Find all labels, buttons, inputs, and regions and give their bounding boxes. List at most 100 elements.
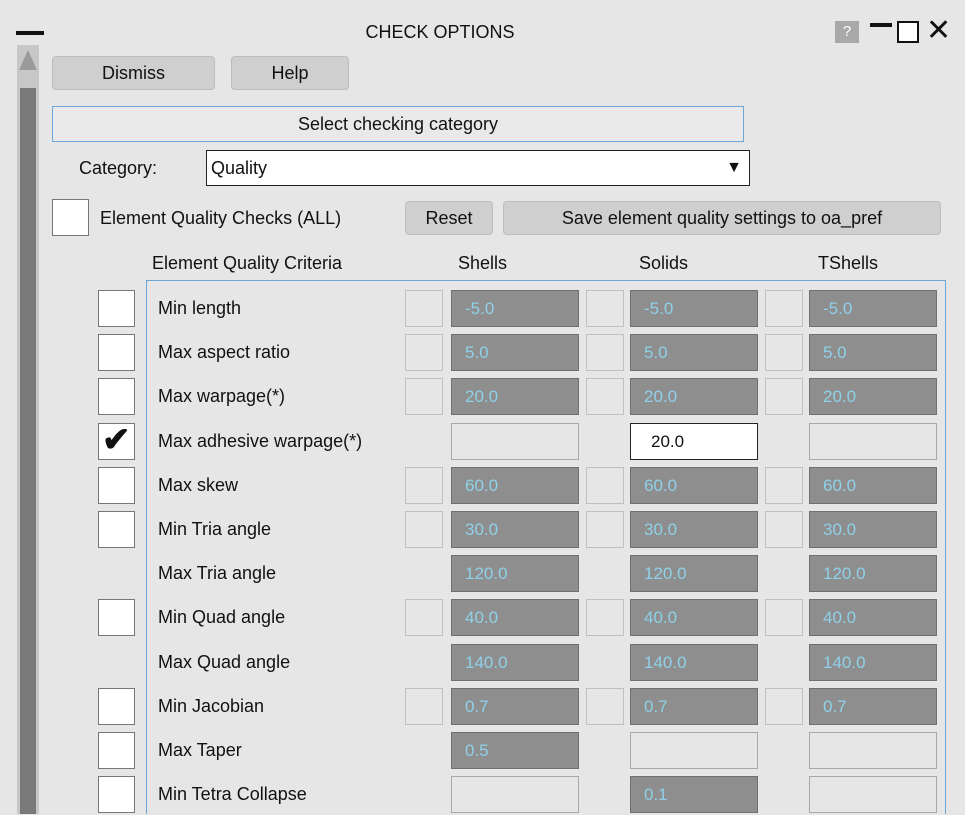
scroll-up-arrow-icon[interactable] bbox=[19, 50, 37, 70]
solids-value-field: 60.0 bbox=[630, 467, 758, 504]
criteria-row-label: Max adhesive warpage(*) bbox=[158, 431, 363, 451]
criteria-row: Min Jacobian 0.7 0.7 0.7 bbox=[0, 683, 965, 727]
tshells-value-field: 0.7 bbox=[809, 688, 937, 725]
category-label: Category: bbox=[79, 158, 158, 178]
solids-value-field: 5.0 bbox=[630, 334, 758, 371]
solids-toggle-button[interactable] bbox=[586, 467, 624, 504]
shells-toggle-button[interactable] bbox=[405, 511, 443, 548]
category-banner: Select checking category bbox=[52, 106, 744, 142]
tshells-column-header: TShells bbox=[818, 253, 879, 273]
solids-value-field bbox=[630, 732, 758, 769]
solids-toggle-button[interactable] bbox=[586, 599, 624, 636]
criteria-row: Max Taper 0.5 bbox=[0, 727, 965, 771]
shells-toggle-button[interactable] bbox=[405, 599, 443, 636]
tshells-toggle-button[interactable] bbox=[765, 467, 803, 504]
tshells-toggle-button[interactable] bbox=[765, 290, 803, 327]
criteria-row: Min length -5.0 -5.0 -5.0 bbox=[0, 285, 965, 329]
category-value: Quality bbox=[211, 158, 268, 178]
tshells-value-field: 20.0 bbox=[809, 378, 937, 415]
criteria-row: Max Quad angle 140.0 140.0 140.0 bbox=[0, 639, 965, 683]
reset-button[interactable]: Reset bbox=[405, 201, 493, 235]
tshells-toggle-button[interactable] bbox=[765, 378, 803, 415]
criteria-row: Max aspect ratio 5.0 5.0 5.0 bbox=[0, 329, 965, 373]
tshells-value-field bbox=[809, 776, 937, 813]
criteria-row-label: Max skew bbox=[158, 475, 239, 495]
criteria-row-checkbox[interactable] bbox=[98, 334, 135, 371]
close-icon[interactable]: ✕ bbox=[926, 16, 951, 46]
category-dropdown[interactable]: Quality ▼ bbox=[206, 150, 750, 186]
solids-column-header: Solids bbox=[639, 253, 689, 273]
criteria-column-header: Element Quality Criteria bbox=[152, 253, 343, 273]
shells-toggle-button[interactable] bbox=[405, 467, 443, 504]
tshells-toggle-button[interactable] bbox=[765, 511, 803, 548]
quality-all-checkbox[interactable] bbox=[52, 199, 89, 236]
solids-toggle-button[interactable] bbox=[586, 511, 624, 548]
dismiss-button[interactable]: Dismiss bbox=[52, 56, 215, 90]
criteria-row: Max skew 60.0 60.0 60.0 bbox=[0, 462, 965, 506]
shells-value-field: 30.0 bbox=[451, 511, 579, 548]
shells-value-field: 0.7 bbox=[451, 688, 579, 725]
criteria-row-label: Max aspect ratio bbox=[158, 342, 291, 362]
shells-toggle-button[interactable] bbox=[405, 378, 443, 415]
minimize-icon[interactable] bbox=[870, 23, 892, 27]
tshells-toggle-button[interactable] bbox=[765, 688, 803, 725]
criteria-row-label: Min Jacobian bbox=[158, 696, 265, 716]
maximize-icon[interactable] bbox=[897, 21, 919, 43]
shells-value-field: 40.0 bbox=[451, 599, 579, 636]
tshells-value-field: 30.0 bbox=[809, 511, 937, 548]
tshells-toggle-button[interactable] bbox=[765, 599, 803, 636]
criteria-row: Max Tria angle 120.0 120.0 120.0 bbox=[0, 550, 965, 594]
criteria-row-checkbox[interactable]: ✔ bbox=[98, 421, 135, 460]
help-button[interactable]: Help bbox=[231, 56, 349, 90]
solids-value-field: 0.1 bbox=[630, 776, 758, 813]
criteria-row-label: Min Tria angle bbox=[158, 519, 272, 539]
criteria-row-label: Min Tetra Collapse bbox=[158, 784, 307, 804]
quality-all-label: Element Quality Checks (ALL) bbox=[100, 208, 342, 228]
shells-toggle-button[interactable] bbox=[405, 334, 443, 371]
shells-value-field: 140.0 bbox=[451, 644, 579, 681]
criteria-row: ✔ Max adhesive warpage(*) 20.0 bbox=[0, 418, 965, 462]
solids-toggle-button[interactable] bbox=[586, 378, 624, 415]
criteria-row-checkbox[interactable] bbox=[98, 511, 135, 548]
criteria-row-checkbox[interactable] bbox=[98, 290, 135, 327]
criteria-row-checkbox[interactable] bbox=[98, 776, 135, 813]
criteria-row-checkbox[interactable] bbox=[98, 378, 135, 415]
solids-toggle-button[interactable] bbox=[586, 290, 624, 327]
tshells-value-field: -5.0 bbox=[809, 290, 937, 327]
solids-value-field: 140.0 bbox=[630, 644, 758, 681]
criteria-row-checkbox[interactable] bbox=[98, 688, 135, 725]
criteria-row: Max warpage(*) 20.0 20.0 20.0 bbox=[0, 373, 965, 417]
title-bar: CHECK OPTIONS ? ✕ bbox=[0, 0, 965, 46]
save-settings-button[interactable]: Save element quality settings to oa_pref bbox=[503, 201, 941, 235]
solids-value-field: 40.0 bbox=[630, 599, 758, 636]
shells-column-header: Shells bbox=[458, 253, 508, 273]
criteria-row-label: Max warpage(*) bbox=[158, 386, 286, 406]
shells-value-field: -5.0 bbox=[451, 290, 579, 327]
criteria-row-checkbox[interactable] bbox=[98, 599, 135, 636]
shells-value-field: 20.0 bbox=[451, 378, 579, 415]
shells-toggle-button[interactable] bbox=[405, 290, 443, 327]
shells-value-field: 60.0 bbox=[451, 467, 579, 504]
shells-value-field: 0.5 bbox=[451, 732, 579, 769]
criteria-row-label: Max Taper bbox=[158, 740, 242, 760]
solids-toggle-button[interactable] bbox=[586, 688, 624, 725]
criteria-row-checkbox[interactable] bbox=[98, 732, 135, 769]
solids-toggle-button[interactable] bbox=[586, 334, 624, 371]
checkmark-icon: ✔ bbox=[102, 421, 131, 459]
tshells-toggle-button[interactable] bbox=[765, 334, 803, 371]
solids-value-field: 30.0 bbox=[630, 511, 758, 548]
criteria-row-checkbox[interactable] bbox=[98, 467, 135, 504]
solids-value-field[interactable]: 20.0 bbox=[630, 423, 758, 460]
shells-toggle-button[interactable] bbox=[405, 688, 443, 725]
criteria-row: Min Tria angle 30.0 30.0 30.0 bbox=[0, 506, 965, 550]
solids-value-field: -5.0 bbox=[630, 290, 758, 327]
tshells-value-field: 5.0 bbox=[809, 334, 937, 371]
tshells-value-field: 40.0 bbox=[809, 599, 937, 636]
help-icon[interactable]: ? bbox=[835, 21, 859, 43]
shells-value-field: 120.0 bbox=[451, 555, 579, 592]
criteria-row-label: Min Quad angle bbox=[158, 607, 286, 627]
criteria-row: Min Quad angle 40.0 40.0 40.0 bbox=[0, 594, 965, 638]
solids-value-field: 20.0 bbox=[630, 378, 758, 415]
window-title: CHECK OPTIONS bbox=[365, 22, 515, 42]
criteria-row-label: Max Quad angle bbox=[158, 652, 291, 672]
